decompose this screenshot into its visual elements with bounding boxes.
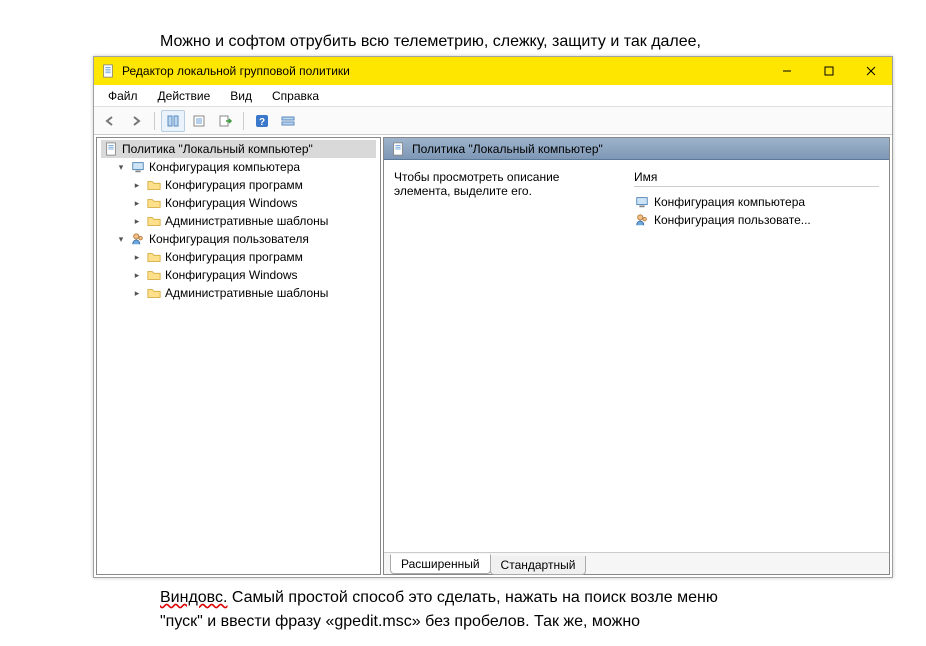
background-text-bottom: Виндовс. Самый простой способ это сделат… — [160, 586, 820, 634]
export-button[interactable] — [213, 110, 237, 132]
tree-label: Административные шаблоны — [165, 214, 328, 228]
window-controls — [766, 57, 892, 85]
tab-extended[interactable]: Расширенный — [390, 554, 491, 574]
back-button[interactable] — [98, 110, 122, 132]
tree-computer-config[interactable]: ▾ Конфигурация компьютера — [101, 158, 376, 176]
view-tabs: Расширенный Стандартный — [384, 552, 889, 574]
computer-icon — [634, 194, 650, 210]
tree-admin-templates-1[interactable]: ▸ Административные шаблоны — [101, 212, 376, 230]
bg-word-windows: Виндовс. — [160, 589, 227, 606]
toolbar-separator — [154, 112, 155, 130]
details-body: Чтобы просмотреть описание элемента, выд… — [384, 160, 889, 552]
expand-icon[interactable]: ▸ — [131, 179, 143, 191]
description-column: Чтобы просмотреть описание элемента, выд… — [394, 170, 614, 542]
tree-label: Конфигурация Windows — [165, 268, 298, 282]
properties-button[interactable] — [187, 110, 211, 132]
folder-icon — [146, 267, 162, 283]
expand-icon[interactable]: ▸ — [131, 251, 143, 263]
menu-help[interactable]: Справка — [264, 87, 327, 105]
toolbar: ? — [94, 107, 892, 135]
tree-label: Конфигурация пользователя — [149, 232, 309, 246]
app-icon — [100, 63, 116, 79]
collapse-icon[interactable]: ▾ — [115, 233, 127, 245]
expand-icon[interactable]: ▸ — [131, 287, 143, 299]
user-icon — [634, 212, 650, 228]
tree-label: Конфигурация Windows — [165, 196, 298, 210]
tree-prog-config-1[interactable]: ▸ Конфигурация программ — [101, 176, 376, 194]
description-text: Чтобы просмотреть описание элемента, выд… — [394, 170, 559, 198]
titlebar[interactable]: Редактор локальной групповой политики — [94, 57, 892, 85]
svg-text:?: ? — [259, 117, 265, 128]
gpedit-window: Редактор локальной групповой политики Фа… — [93, 56, 893, 578]
folder-icon — [146, 213, 162, 229]
list-column: Имя Конфигурация компьютера Конфигурация… — [634, 170, 879, 542]
tree-admin-templates-2[interactable]: ▸ Административные шаблоны — [101, 284, 376, 302]
policy-icon — [390, 141, 406, 157]
details-pane: Политика "Локальный компьютер" Чтобы про… — [383, 137, 890, 575]
tree-win-config-1[interactable]: ▸ Конфигурация Windows — [101, 194, 376, 212]
help-button[interactable]: ? — [250, 110, 274, 132]
list-item-label: Конфигурация пользовате... — [654, 213, 811, 227]
expand-icon[interactable]: ▸ — [131, 197, 143, 209]
list-item-user-config[interactable]: Конфигурация пользовате... — [634, 211, 879, 229]
forward-button[interactable] — [124, 110, 148, 132]
tree-pane[interactable]: Политика "Локальный компьютер" ▾ Конфигу… — [96, 137, 381, 575]
menubar: Файл Действие Вид Справка — [94, 85, 892, 107]
minimize-button[interactable] — [766, 57, 808, 85]
folder-icon — [146, 177, 162, 193]
column-header-name[interactable]: Имя — [634, 170, 879, 187]
tree-prog-config-2[interactable]: ▸ Конфигурация программ — [101, 248, 376, 266]
folder-icon — [146, 195, 162, 211]
tree-win-config-2[interactable]: ▸ Конфигурация Windows — [101, 266, 376, 284]
folder-icon — [146, 249, 162, 265]
maximize-button[interactable] — [808, 57, 850, 85]
menu-view[interactable]: Вид — [222, 87, 260, 105]
window-title: Редактор локальной групповой политики — [122, 64, 766, 78]
tree-user-config[interactable]: ▾ Конфигурация пользователя — [101, 230, 376, 248]
tree-label: Конфигурация компьютера — [149, 160, 300, 174]
expand-icon[interactable]: ▸ — [131, 215, 143, 227]
collapse-icon[interactable]: ▾ — [115, 161, 127, 173]
tree-label: Конфигурация программ — [165, 178, 303, 192]
tree-label: Административные шаблоны — [165, 286, 328, 300]
tree-label: Политика "Локальный компьютер" — [122, 142, 313, 156]
user-icon — [130, 231, 146, 247]
policy-icon — [103, 141, 119, 157]
tree-root-node[interactable]: Политика "Локальный компьютер" — [101, 140, 376, 158]
content-area: Политика "Локальный компьютер" ▾ Конфигу… — [94, 135, 892, 577]
up-level-button[interactable] — [161, 110, 185, 132]
details-header-text: Политика "Локальный компьютер" — [412, 142, 603, 156]
list-item-computer-config[interactable]: Конфигурация компьютера — [634, 193, 879, 211]
list-item-label: Конфигурация компьютера — [654, 195, 805, 209]
expand-icon[interactable]: ▸ — [131, 269, 143, 281]
menu-action[interactable]: Действие — [150, 87, 219, 105]
toolbar-separator — [243, 112, 244, 130]
tree-label: Конфигурация программ — [165, 250, 303, 264]
folder-icon — [146, 285, 162, 301]
filter-button[interactable] — [276, 110, 300, 132]
tab-standard[interactable]: Стандартный — [490, 556, 587, 575]
close-button[interactable] — [850, 57, 892, 85]
computer-icon — [130, 159, 146, 175]
details-header: Политика "Локальный компьютер" — [384, 138, 889, 160]
background-text-top: Можно и софтом отрубить всю телеметрию, … — [160, 30, 820, 54]
menu-file[interactable]: Файл — [100, 87, 146, 105]
